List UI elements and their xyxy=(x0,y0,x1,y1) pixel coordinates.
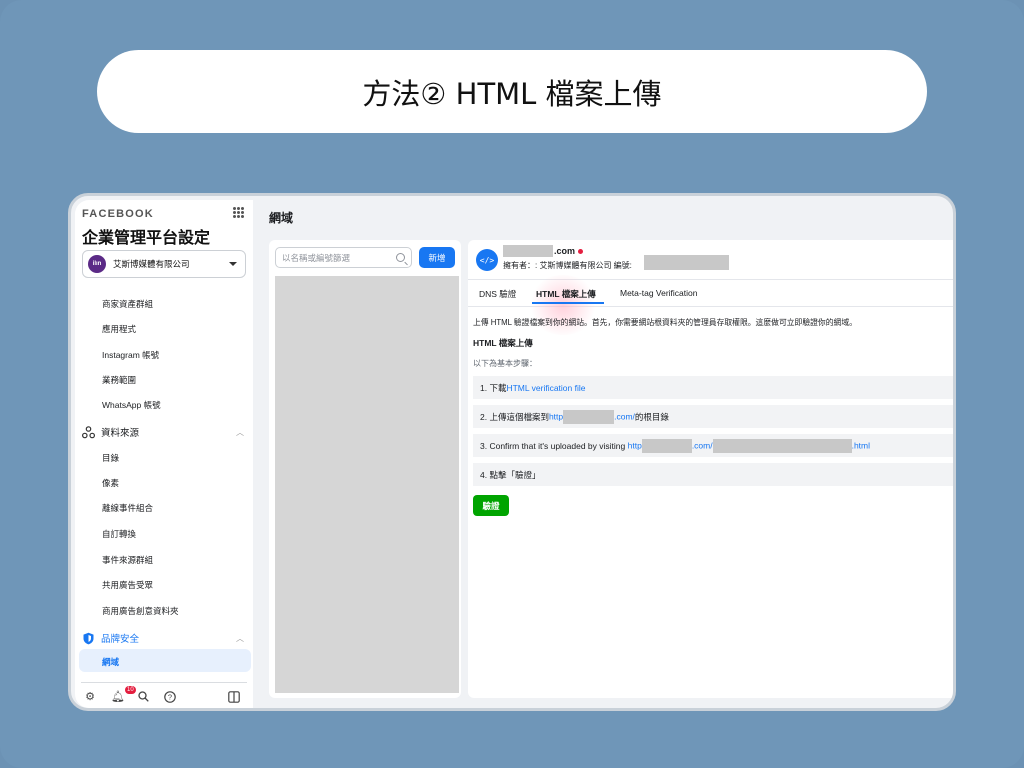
domain-list-panel: 以名稱或編號篩選 新增 xyxy=(269,240,461,698)
step-1: 1. 下載 HTML verification file xyxy=(473,376,953,399)
verify-button[interactable]: 驗證 xyxy=(473,495,509,516)
search-input[interactable]: 以名稱或編號篩選 xyxy=(275,247,412,268)
search-placeholder: 以名稱或編號篩選 xyxy=(282,252,351,263)
sidebar-item-catalogs[interactable]: 目錄 xyxy=(102,452,119,464)
redacted-domain-name xyxy=(503,245,553,257)
notification-badge: 10 xyxy=(125,686,136,694)
redacted-id xyxy=(644,255,729,270)
help-icon[interactable]: ? xyxy=(164,691,176,703)
status-dot xyxy=(578,249,584,255)
step-2-text: 2. 上傳這個檔案到 xyxy=(480,411,549,422)
tab-dns-verification[interactable]: DNS 驗證 xyxy=(479,288,516,300)
panel-toggle-icon[interactable] xyxy=(228,691,240,703)
sidebar: FACEBOOK 企業管理平台設定 ilın 艾斯博媒體有限公司 商家資產群組 … xyxy=(75,200,253,708)
step-4: 4. 點擊「驗證」 xyxy=(473,463,953,486)
screenshot-frame: FACEBOOK 企業管理平台設定 ilın 艾斯博媒體有限公司 商家資產群組 … xyxy=(68,193,956,711)
svg-text:?: ? xyxy=(168,693,172,702)
step-2: 2. 上傳這個檔案到 http .com/ 的根目錄 xyxy=(473,405,953,428)
section-heading: HTML 檔案上傳 xyxy=(473,338,533,348)
tab-html-upload[interactable]: HTML 檔案上傳 xyxy=(536,288,596,300)
url-suffix: .com/ xyxy=(614,410,635,421)
app-grid-icon[interactable] xyxy=(233,207,244,218)
sidebar-item-lines-of-business[interactable]: 業務範圍 xyxy=(102,374,136,386)
search-icon xyxy=(396,253,405,262)
main-heading: 網域 xyxy=(269,211,294,225)
section-brand-safety[interactable]: 品牌安全 ︿ xyxy=(82,631,244,645)
active-tab-underline xyxy=(532,302,604,304)
sidebar-item-offline-event-sets[interactable]: 離線事件組合 xyxy=(102,502,153,514)
sidebar-item-apps[interactable]: 應用程式 xyxy=(102,323,136,335)
section-data-sources-label: 資料來源 xyxy=(101,428,140,439)
redacted-url xyxy=(563,409,615,424)
sidebar-item-event-source-groups[interactable]: 事件來源群組 xyxy=(102,554,153,566)
owner-line: 擁有者：: 艾斯博媒體有限公司 編號: xyxy=(503,261,632,270)
sidebar-item-instagram-accounts[interactable]: Instagram 帳號 xyxy=(102,349,159,361)
tab-meta-tag[interactable]: Meta-tag Verification xyxy=(620,288,697,298)
slide-title: 方法② HTML 檔案上傳 xyxy=(97,50,927,133)
domain-suffix-text: .com xyxy=(554,246,576,256)
business-name: 艾斯博媒體有限公司 xyxy=(113,259,190,269)
verification-url-link[interactable]: http .com/ .html xyxy=(627,438,871,453)
download-html-file-link[interactable]: HTML verification file xyxy=(506,383,585,393)
verification-tabs: DNS 驗證 HTML 檔案上傳 Meta-tag Verification xyxy=(468,275,953,335)
chevron-up-icon: ︿ xyxy=(236,633,244,643)
step-3: 3. Confirm that it's uploaded by visitin… xyxy=(473,434,953,457)
intro-text: 上傳 HTML 驗證檔案到你的網站。首先，你需要網站根資料夾的管理員存取權限。這… xyxy=(473,318,857,327)
facebook-wordmark: FACEBOOK xyxy=(82,208,154,220)
url-prefix: http xyxy=(627,439,642,450)
search-icon[interactable] xyxy=(137,691,149,703)
sidebar-item-business-asset-groups[interactable]: 商家資產群組 xyxy=(102,298,153,310)
sidebar-item-creative-folders[interactable]: 商用廣告創意資料夾 xyxy=(102,605,179,617)
url-middle: .com/ xyxy=(691,439,713,450)
bell-icon[interactable]: 🔔︎ xyxy=(111,691,125,703)
url-prefix: http xyxy=(548,410,564,421)
step-1-text: 1. 下載 xyxy=(480,382,507,393)
sidebar-item-shared-audiences[interactable]: 共用廣告受眾 xyxy=(102,579,153,591)
settings-gear-icon[interactable]: ⚙ xyxy=(84,691,96,703)
url-suffix: .html xyxy=(851,439,871,450)
shield-icon xyxy=(82,632,95,645)
sidebar-item-pixels[interactable]: 像素 xyxy=(102,477,119,489)
domain-detail-panel: </> .com 擁有者：: 艾斯博媒體有限公司 編號: DNS 驗證 HTML… xyxy=(468,240,953,698)
step-3-text: 3. Confirm that it's uploaded by visitin… xyxy=(480,440,628,451)
redacted-filename xyxy=(712,438,852,453)
redacted-domain-list xyxy=(275,276,459,693)
business-selector[interactable]: ilın 艾斯博媒體有限公司 xyxy=(82,250,246,278)
steps-label: 以下為基本步驟： xyxy=(473,359,537,368)
site-url-link[interactable]: http .com/ xyxy=(548,409,635,424)
sidebar-item-whatsapp-accounts[interactable]: WhatsApp 帳號 xyxy=(102,399,161,411)
domain-suffix: .com xyxy=(554,246,584,256)
business-logo-icon: ilın xyxy=(88,255,106,273)
caret-down-icon xyxy=(229,262,237,266)
slide-background: 方法② HTML 檔案上傳 FACEBOOK 企業管理平台設定 ilın 艾斯博… xyxy=(0,0,1024,768)
add-button[interactable]: 新增 xyxy=(419,247,455,268)
data-sources-icon xyxy=(82,425,95,439)
redacted-url xyxy=(641,438,692,453)
sidebar-item-domains[interactable]: 網域 xyxy=(102,656,119,668)
sidebar-footer: ⚙ 🔔︎ 10 ? xyxy=(81,682,247,708)
sidebar-item-custom-conversions[interactable]: 自訂轉換 xyxy=(102,528,136,540)
chevron-up-icon: ︿ xyxy=(236,427,244,437)
step-2-suffix: 的根目錄 xyxy=(634,411,669,422)
page-title: 企業管理平台設定 xyxy=(82,228,211,247)
section-data-sources[interactable]: 資料來源 ︿ xyxy=(82,425,244,439)
section-brand-safety-label: 品牌安全 xyxy=(101,634,140,645)
code-icon: </> xyxy=(476,249,498,271)
